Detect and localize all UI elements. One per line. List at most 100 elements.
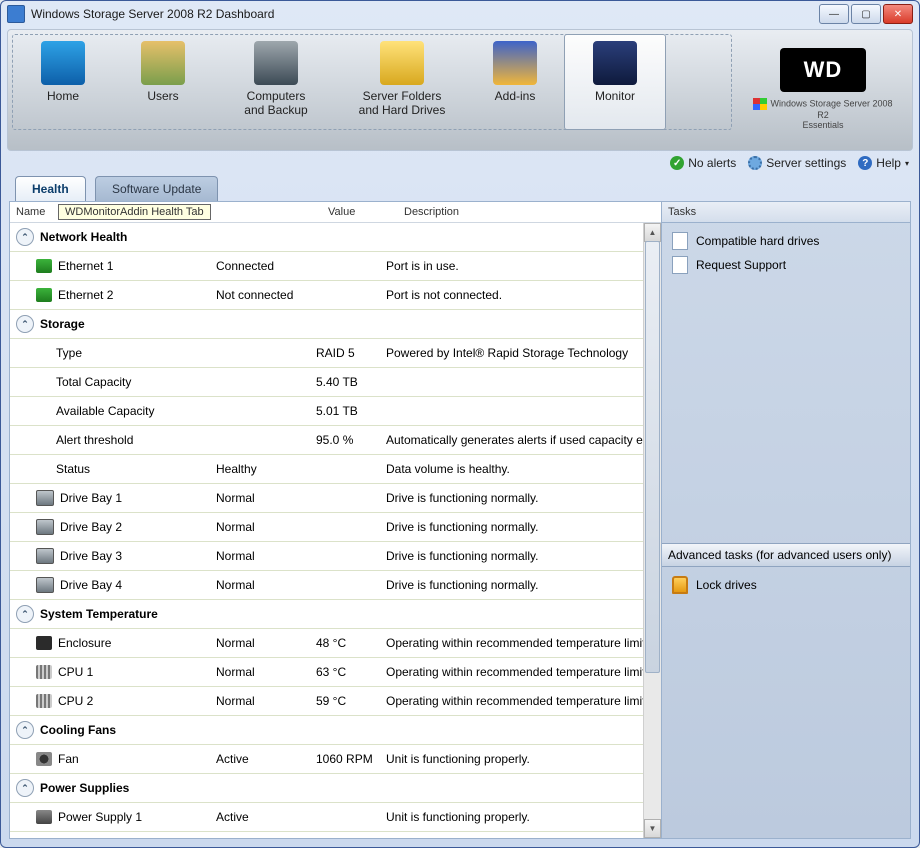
tab-health[interactable]: Health [15, 176, 86, 201]
ribbon-addins[interactable]: Add-ins [465, 35, 565, 129]
row-name: Drive Bay 3 [60, 549, 122, 563]
row-icon [36, 577, 54, 593]
row-name: Drive Bay 2 [60, 520, 122, 534]
data-row[interactable]: CPU 2Normal59 °COperating within recomme… [10, 687, 661, 716]
data-row[interactable]: Power Supply 2InactiveNot connected. [10, 832, 661, 838]
data-row[interactable]: Available Capacity5.01 TB [10, 397, 661, 426]
lock-icon [672, 576, 688, 594]
row-icon [36, 288, 52, 302]
tab-software-update[interactable]: Software Update [95, 176, 218, 201]
row-description: Port is not connected. [386, 288, 661, 302]
server-settings-link[interactable]: Server settings [748, 156, 846, 170]
row-status: Normal [216, 636, 316, 650]
help-dropdown[interactable]: ? Help ▾ [858, 156, 909, 170]
row-status: Normal [216, 491, 316, 505]
row-value: 1060 RPM [316, 752, 386, 766]
app-window: Windows Storage Server 2008 R2 Dashboard… [0, 0, 920, 848]
row-name: Drive Bay 1 [60, 491, 122, 505]
row-description: Drive is functioning normally. [386, 578, 661, 592]
task-compatible-drives[interactable]: Compatible hard drives [662, 229, 910, 253]
brand-subtitle: Windows Storage Server 2008 R2 Essential… [748, 98, 898, 130]
ribbon-home[interactable]: Home [13, 35, 113, 129]
maximize-button[interactable]: ▢ [851, 4, 881, 24]
wd-logo: WD [780, 48, 866, 92]
col-value[interactable]: Value [322, 206, 398, 218]
data-row[interactable]: Power Supply 1ActiveUnit is functioning … [10, 803, 661, 832]
data-row[interactable]: TypeRAID 5Powered by Intel® Rapid Storag… [10, 339, 661, 368]
row-description: Unit is functioning properly. [386, 810, 661, 824]
row-status: Not connected [216, 288, 316, 302]
minimize-button[interactable]: — [819, 4, 849, 24]
data-row[interactable]: Alert threshold95.0 %Automatically gener… [10, 426, 661, 455]
group-header[interactable]: ⌃Power Supplies [10, 774, 661, 803]
tasks-header: Tasks [662, 202, 910, 223]
help-label: Help [876, 156, 901, 170]
row-status: Normal [216, 520, 316, 534]
vertical-scrollbar[interactable]: ▲ ▼ [643, 223, 661, 838]
data-row[interactable]: Drive Bay 2NormalDrive is functioning no… [10, 513, 661, 542]
data-row[interactable]: Ethernet 1ConnectedPort is in use. [10, 252, 661, 281]
collapse-icon: ⌃ [16, 228, 34, 246]
col-description[interactable]: Description [398, 206, 661, 218]
group-header[interactable]: ⌃Storage [10, 310, 661, 339]
group-header[interactable]: ⌃System Temperature [10, 600, 661, 629]
ribbon-addins-label: Add-ins [465, 89, 565, 103]
data-row[interactable]: Drive Bay 1 Normal Drive is functioning no… [10, 484, 661, 513]
group-title: Network Health [40, 230, 127, 244]
ribbon-users[interactable]: Users [113, 35, 213, 129]
row-value: 63 °C [316, 665, 386, 679]
windows-flag-icon [753, 98, 767, 110]
scroll-thumb[interactable] [645, 241, 660, 673]
row-value: 59 °C [316, 694, 386, 708]
ribbon-monitor[interactable]: Monitor [564, 34, 666, 130]
window-title: Windows Storage Server 2008 R2 Dashboard [31, 7, 819, 21]
collapse-icon: ⌃ [16, 721, 34, 739]
close-button[interactable]: ✕ [883, 4, 913, 24]
data-row[interactable]: EnclosureNormal48 °COperating within rec… [10, 629, 661, 658]
ribbon-computers[interactable]: Computers and Backup [213, 35, 339, 129]
row-status: Normal [216, 578, 316, 592]
row-name: Fan [58, 752, 79, 766]
row-description: Powered by Intel® Rapid Storage Technolo… [386, 346, 661, 360]
app-icon [7, 5, 25, 23]
group-title: Storage [40, 317, 85, 331]
group-header[interactable]: ⌃ Network Health [10, 223, 661, 252]
ribbon-users-label: Users [113, 89, 213, 103]
ok-check-icon: ✓ [670, 156, 684, 170]
row-name: Drive Bay 4 [60, 578, 122, 592]
row-description: Automatically generates alerts if used c… [386, 433, 661, 447]
group-title: Power Supplies [40, 781, 129, 795]
row-name: Power Supply 1 [58, 810, 142, 824]
ribbon-computers-label: Computers and Backup [213, 89, 339, 117]
tasks-list: Compatible hard drives Request Support [662, 223, 910, 283]
group-header[interactable]: ⌃ Cooling Fans [10, 716, 661, 745]
data-row[interactable]: Total Capacity5.40 TB [10, 368, 661, 397]
spacer [662, 283, 910, 543]
data-row[interactable]: CPU 1Normal63 °COperating within recomme… [10, 658, 661, 687]
clipboard-icon [672, 232, 688, 250]
row-name: Ethernet 2 [58, 288, 113, 302]
scroll-down-button[interactable]: ▼ [644, 819, 661, 838]
health-grid: Name Value Description WDMonitorAddin He… [10, 202, 662, 838]
data-row[interactable]: Ethernet 2 Not connected Port is not conne… [10, 281, 661, 310]
scroll-up-button[interactable]: ▲ [644, 223, 661, 242]
task-request-support[interactable]: Request Support [662, 253, 910, 277]
row-icon [36, 665, 52, 679]
ribbon-folders[interactable]: Server Folders and Hard Drives [339, 35, 465, 129]
window-controls: — ▢ ✕ [819, 4, 913, 24]
data-row[interactable]: Drive Bay 4 Normal Drive is functioning no… [10, 571, 661, 600]
row-icon [36, 519, 54, 535]
data-row[interactable]: StatusHealthyData volume is healthy. [10, 455, 661, 484]
data-row[interactable]: FanActive1060 RPMUnit is functioning pro… [10, 745, 661, 774]
task-lock-drives[interactable]: Lock drives [662, 573, 910, 597]
status-strip: ✓ No alerts Server settings ? Help ▾ [1, 151, 919, 175]
no-alerts-indicator[interactable]: ✓ No alerts [670, 156, 736, 170]
row-description: Data volume is healthy. [386, 462, 661, 476]
row-description: Drive is functioning normally. [386, 491, 661, 505]
ribbon-monitor-label: Monitor [565, 89, 665, 103]
group-title: Cooling Fans [40, 723, 116, 737]
monitor-icon [593, 41, 637, 85]
data-row[interactable]: Drive Bay 3NormalDrive is functioning no… [10, 542, 661, 571]
row-icon [36, 810, 52, 824]
folder-icon [380, 41, 424, 85]
